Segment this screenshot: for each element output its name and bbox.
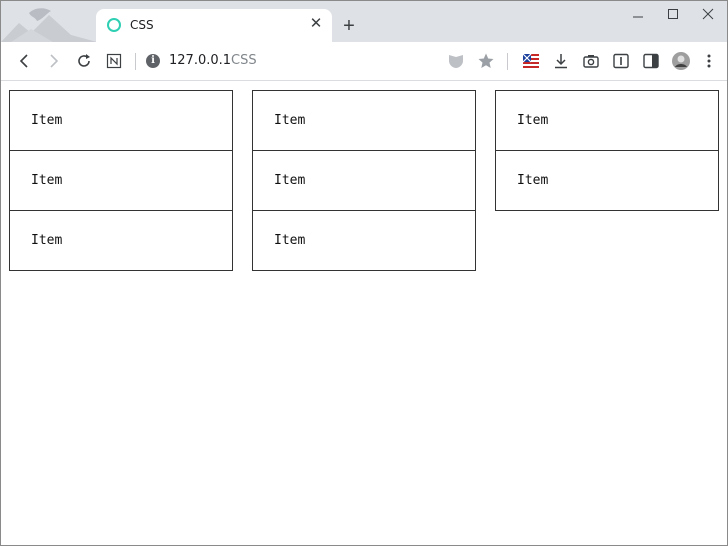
reader-mode-button[interactable]	[609, 50, 633, 72]
page-content: Item Item Item Item Item Item Item Item	[1, 82, 727, 545]
grid-item: Item	[252, 150, 476, 211]
grid-item: Item	[495, 90, 719, 151]
download-icon	[555, 54, 567, 69]
grid-column-1: Item Item Item	[9, 90, 233, 271]
toolbar-divider	[135, 53, 136, 70]
grid-column-3: Item Item	[495, 90, 719, 211]
tab-favicon-icon	[107, 18, 121, 32]
grid-item: Item	[495, 150, 719, 211]
forward-button[interactable]	[42, 50, 66, 72]
download-button[interactable]	[549, 50, 573, 72]
shield-icon	[449, 55, 463, 68]
notion-extension-button[interactable]	[102, 50, 126, 72]
reload-button[interactable]	[72, 50, 96, 72]
grid-item: Item	[9, 90, 233, 151]
grid-item: Item	[252, 210, 476, 271]
tab-strip: CSS ✕ +	[1, 1, 727, 42]
mountain-bird-icon	[1, 1, 97, 42]
bookmark-button[interactable]	[474, 50, 498, 72]
close-icon	[702, 8, 714, 20]
grid-item: Item	[9, 210, 233, 271]
tab-css[interactable]: CSS ✕	[96, 9, 332, 42]
browser-window: CSS ✕ + i 127.0.0.1 CSS Item Item Item I…	[0, 0, 728, 546]
new-tab-button[interactable]: +	[338, 15, 360, 37]
notion-icon	[106, 53, 122, 69]
flag-icon	[522, 53, 539, 68]
reload-icon	[78, 54, 90, 67]
screenshot-button[interactable]	[579, 50, 603, 72]
forward-icon	[50, 54, 59, 68]
tab-title: CSS	[130, 18, 154, 32]
url-page-title[interactable]: CSS	[231, 53, 257, 68]
side-panel-button[interactable]	[639, 50, 663, 72]
avatar	[672, 52, 690, 70]
grid-item: Item	[9, 150, 233, 211]
url-host[interactable]: 127.0.0.1	[169, 53, 231, 68]
toolbar-divider	[507, 53, 508, 70]
back-button[interactable]	[12, 50, 36, 72]
maximize-icon	[668, 9, 678, 19]
grid-item: Item	[252, 90, 476, 151]
minimize-button[interactable]	[625, 5, 651, 25]
menu-icon	[707, 54, 711, 68]
browser-toolbar: i 127.0.0.1 CSS	[1, 42, 727, 81]
item-grid: Item Item Item Item Item Item Item Item	[9, 90, 721, 271]
info-icon[interactable]: i	[146, 54, 160, 68]
window-close-button[interactable]	[695, 5, 721, 25]
star-icon	[478, 53, 494, 68]
reader-icon	[613, 53, 629, 69]
camera-icon	[583, 55, 599, 68]
translate-extension-button[interactable]	[519, 50, 543, 72]
maximize-button[interactable]	[660, 5, 686, 25]
minimize-icon	[633, 16, 643, 18]
grid-column-2: Item Item Item	[252, 90, 476, 271]
shield-extension-button[interactable]	[444, 50, 468, 72]
tab-close-button[interactable]: ✕	[307, 15, 325, 33]
back-icon	[19, 54, 28, 68]
sidebar-icon	[643, 53, 659, 69]
browser-menu-button[interactable]	[697, 50, 721, 72]
profile-button[interactable]	[669, 50, 693, 72]
